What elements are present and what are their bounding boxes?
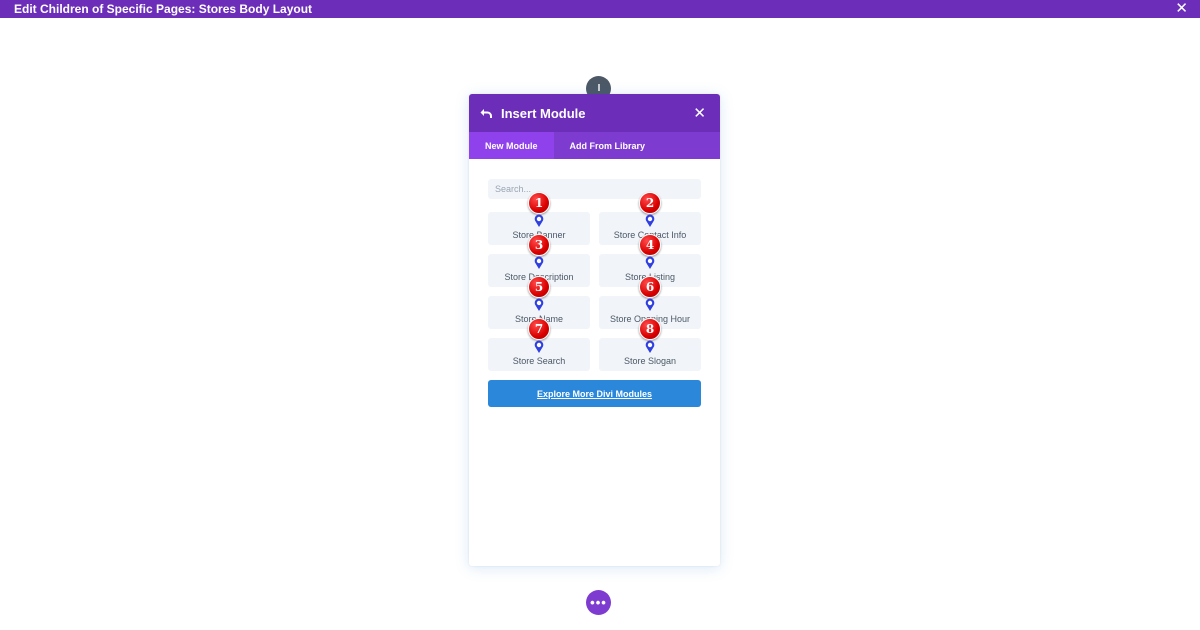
map-pin-icon — [645, 256, 655, 269]
number-badge: 2 — [639, 192, 661, 214]
map-pin-icon — [534, 214, 544, 227]
module-label: Store Search — [512, 356, 566, 366]
number-badge: 1 — [528, 192, 550, 214]
map-pin-icon — [534, 340, 544, 353]
tab-add-from-library[interactable]: Add From Library — [554, 132, 662, 159]
modal-header: Insert Module ✕ — [469, 94, 720, 132]
top-bar: Edit Children of Specific Pages: Stores … — [0, 0, 1200, 18]
modal-tabs: New Module Add From Library — [469, 132, 720, 159]
insert-module-modal: Insert Module ✕ New Module Add From Libr… — [469, 94, 720, 566]
layout-title: Edit Children of Specific Pages: Stores … — [14, 2, 313, 16]
undo-arrow-icon[interactable] — [479, 106, 493, 120]
number-badge: 3 — [528, 234, 550, 256]
number-badge: 7 — [528, 318, 550, 340]
close-icon[interactable]: ✕ — [1175, 0, 1188, 18]
number-badge: 8 — [639, 318, 661, 340]
more-dots-icon[interactable]: ••• — [586, 590, 611, 615]
number-badge: 4 — [639, 234, 661, 256]
handle-icon — [597, 83, 600, 91]
number-badge: 6 — [639, 276, 661, 298]
search-input[interactable] — [488, 179, 701, 199]
modal-body: 1 Store Banner 2 Store Contact Info 3 St… — [469, 159, 720, 407]
close-icon[interactable]: ✕ — [693, 104, 706, 122]
explore-more-modules-button[interactable]: Explore More Divi Modules — [488, 380, 701, 407]
module-store-search[interactable]: 7 Store Search — [488, 318, 590, 371]
map-pin-icon — [645, 298, 655, 311]
tab-new-module[interactable]: New Module — [469, 132, 554, 159]
map-pin-icon — [534, 256, 544, 269]
module-store-slogan[interactable]: 8 Store Slogan — [599, 318, 701, 371]
module-grid: 1 Store Banner 2 Store Contact Info 3 St… — [488, 192, 701, 371]
map-pin-icon — [534, 298, 544, 311]
map-pin-icon — [645, 340, 655, 353]
module-label: Store Slogan — [623, 356, 677, 366]
map-pin-icon — [645, 214, 655, 227]
number-badge: 5 — [528, 276, 550, 298]
modal-title: Insert Module — [501, 105, 586, 121]
